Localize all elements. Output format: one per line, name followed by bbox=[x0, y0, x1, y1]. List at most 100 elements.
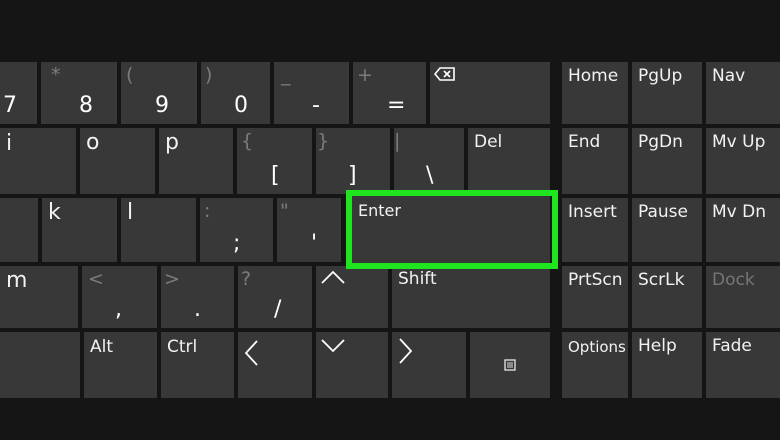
key-j[interactable] bbox=[0, 198, 38, 262]
pgdn-key[interactable]: PgDn bbox=[632, 128, 702, 194]
key-o[interactable]: o bbox=[80, 128, 155, 194]
key-minus-shift-label: _ bbox=[281, 64, 291, 86]
key-0-label: 0 bbox=[234, 93, 248, 118]
key-i-label: i bbox=[6, 131, 13, 156]
key-fn[interactable] bbox=[0, 332, 80, 398]
key-9-shift-label: ( bbox=[126, 64, 134, 86]
key-m[interactable]: m bbox=[0, 266, 78, 328]
key-comma-shift-label: < bbox=[88, 268, 104, 290]
prtscn-key-label: PrtScn bbox=[568, 270, 623, 290]
key-7[interactable]: 7 bbox=[0, 62, 37, 124]
arrow-up-key[interactable] bbox=[316, 266, 388, 328]
key-9[interactable]: ( 9 bbox=[121, 62, 197, 124]
del-key-label: Del bbox=[474, 132, 503, 152]
arrow-down-icon bbox=[321, 338, 345, 357]
key-equals-label: = bbox=[387, 93, 406, 118]
arrow-down-key[interactable] bbox=[316, 332, 388, 398]
fade-key-label: Fade bbox=[712, 336, 752, 356]
fade-key[interactable]: Fade bbox=[706, 332, 780, 398]
nav-key-label: Nav bbox=[712, 66, 746, 86]
key-minus-label: - bbox=[312, 93, 320, 118]
ctrl-key-label: Ctrl bbox=[167, 337, 198, 357]
key-comma[interactable]: < , bbox=[82, 266, 157, 328]
key-quote[interactable]: " ' bbox=[277, 198, 341, 262]
bottom-bar bbox=[0, 400, 780, 440]
home-key-label: Home bbox=[568, 66, 619, 86]
insert-key[interactable]: Insert bbox=[562, 198, 628, 262]
key-p-label: p bbox=[165, 130, 179, 155]
pgup-key-label: PgUp bbox=[638, 66, 683, 86]
key-9-label: 9 bbox=[155, 93, 169, 118]
key-p[interactable]: p bbox=[159, 128, 233, 194]
backspace-key[interactable] bbox=[430, 62, 550, 124]
context-menu-key[interactable] bbox=[470, 332, 550, 398]
key-semicolon-shift-label: : bbox=[204, 200, 211, 222]
move-down-key[interactable]: Mv Dn bbox=[706, 198, 780, 262]
arrow-right-icon bbox=[399, 338, 413, 368]
dock-key[interactable]: Dock bbox=[706, 266, 780, 328]
key-0[interactable]: ) 0 bbox=[201, 62, 270, 124]
key-equals[interactable]: + = bbox=[353, 62, 426, 124]
key-period[interactable]: > . bbox=[161, 266, 234, 328]
pause-key-label: Pause bbox=[638, 202, 688, 222]
key-k[interactable]: k bbox=[42, 198, 117, 262]
arrow-up-icon bbox=[321, 269, 345, 288]
insert-key-label: Insert bbox=[568, 202, 617, 222]
options-key[interactable]: Options bbox=[562, 332, 628, 398]
pgdn-key-label: PgDn bbox=[638, 132, 683, 152]
context-menu-icon bbox=[504, 356, 516, 375]
key-semicolon-label: ; bbox=[233, 231, 241, 256]
key-8[interactable]: * 8 bbox=[41, 62, 117, 124]
move-up-key[interactable]: Mv Up bbox=[706, 128, 780, 194]
alt-key[interactable]: Alt bbox=[84, 332, 157, 398]
options-key-label: Options bbox=[568, 338, 626, 356]
key-equals-shift-label: + bbox=[357, 64, 373, 86]
del-key[interactable]: Del bbox=[468, 128, 550, 194]
pgup-key[interactable]: PgUp bbox=[632, 62, 702, 124]
key-k-label: k bbox=[48, 200, 61, 225]
key-backslash[interactable]: | \ bbox=[394, 128, 464, 194]
key-7-label: 7 bbox=[3, 93, 17, 118]
arrow-left-icon bbox=[244, 340, 258, 370]
key-backslash-shift-label: | bbox=[394, 130, 401, 152]
key-semicolon[interactable]: : ; bbox=[200, 198, 273, 262]
key-o-label: o bbox=[86, 130, 100, 155]
key-8-label: 8 bbox=[79, 93, 93, 118]
key-slash-shift-label: ? bbox=[241, 268, 252, 290]
move-up-key-label: Mv Up bbox=[712, 132, 766, 152]
scrlk-key-label: ScrLk bbox=[638, 270, 685, 290]
key-right-bracket[interactable]: } ] bbox=[316, 128, 390, 194]
key-period-label: . bbox=[194, 297, 201, 322]
top-bar bbox=[0, 0, 780, 56]
backspace-icon bbox=[433, 66, 456, 85]
key-slash-label: / bbox=[274, 297, 282, 322]
arrow-right-key[interactable] bbox=[392, 332, 466, 398]
pause-key[interactable]: Pause bbox=[632, 198, 702, 262]
arrow-left-key[interactable] bbox=[238, 332, 312, 398]
end-key-label: End bbox=[568, 132, 601, 152]
key-left-bracket-label: [ bbox=[271, 163, 280, 188]
move-down-key-label: Mv Dn bbox=[712, 202, 766, 222]
key-right-bracket-label: ] bbox=[348, 163, 357, 188]
end-key[interactable]: End bbox=[562, 128, 628, 194]
enter-key-highlight bbox=[346, 190, 558, 269]
key-minus[interactable]: _ - bbox=[274, 62, 349, 124]
shift-key-label: Shift bbox=[398, 269, 437, 289]
home-key[interactable]: Home bbox=[562, 62, 628, 124]
help-key[interactable]: Help bbox=[632, 332, 702, 398]
key-slash[interactable]: ? / bbox=[238, 266, 312, 328]
shift-key[interactable]: Shift bbox=[392, 266, 550, 328]
key-quote-shift-label: " bbox=[280, 200, 289, 222]
nav-key[interactable]: Nav bbox=[706, 62, 780, 124]
key-i[interactable]: i bbox=[0, 128, 76, 194]
prtscn-key[interactable]: PrtScn bbox=[562, 266, 628, 328]
key-l-label: l bbox=[127, 200, 134, 225]
key-l[interactable]: l bbox=[121, 198, 196, 262]
key-0-shift-label: ) bbox=[205, 64, 213, 86]
key-m-label: m bbox=[6, 268, 28, 293]
scrlk-key[interactable]: ScrLk bbox=[632, 266, 702, 328]
key-left-bracket[interactable]: { [ bbox=[237, 128, 312, 194]
ctrl-key[interactable]: Ctrl bbox=[161, 332, 234, 398]
key-quote-label: ' bbox=[311, 231, 318, 256]
key-comma-label: , bbox=[115, 297, 122, 322]
